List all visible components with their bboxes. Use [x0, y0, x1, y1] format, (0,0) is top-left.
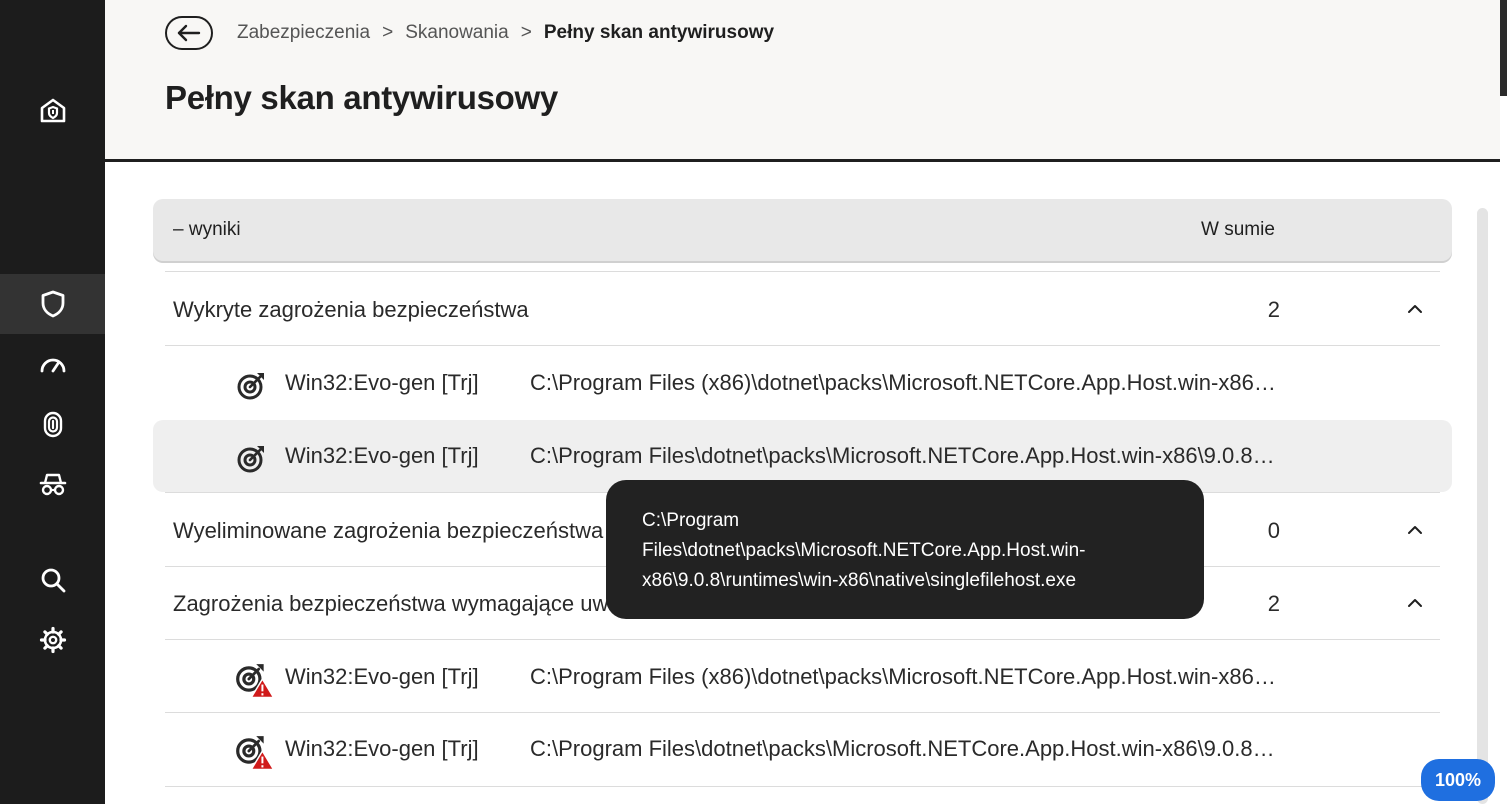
results-table-header: – wyniki W sumie	[153, 199, 1452, 261]
divider	[165, 345, 1440, 346]
sidebar-item-protection[interactable]	[0, 274, 105, 334]
divider	[165, 271, 1440, 272]
group-label: Wyeliminowane zagrożenia bezpieczeństwa	[173, 518, 604, 543]
threat-target-icon	[237, 446, 264, 473]
threat-warning-icon	[236, 736, 275, 771]
breadcrumb: Zabezpieczenia > Skanowania > Pełny skan…	[237, 22, 774, 44]
tooltip-line: C:\Program	[642, 510, 740, 531]
path-tooltip: C:\Program Files\dotnet\packs\Microsoft.…	[606, 480, 1204, 619]
search-icon	[41, 568, 65, 593]
shield-icon	[41, 290, 64, 318]
sidebar-item-settings[interactable]	[0, 610, 105, 670]
scrollbar[interactable]	[1477, 208, 1488, 804]
page-title: Pełny skan antywirusowy	[165, 79, 558, 116]
threat-path[interactable]: C:\Program Files (x86)\dotnet\packs\Micr…	[530, 664, 1280, 690]
breadcrumb-item-security[interactable]: Zabezpieczenia	[237, 22, 370, 44]
threat-name: Win32:Evo-gen [Trj]	[285, 736, 479, 761]
threat-target-icon	[237, 373, 264, 400]
group-count: 0	[1267, 518, 1280, 543]
threat-warning-icon	[236, 664, 275, 699]
breadcrumb-item-scans[interactable]: Skanowania	[405, 22, 509, 44]
gear-icon	[39, 626, 66, 654]
group-label: Zagrożenia bezpieczeństwa wymagające uwa…	[173, 591, 638, 616]
breadcrumb-separator: >	[382, 22, 394, 43]
column-header-total: W sumie	[1201, 219, 1275, 240]
group-row-detected[interactable]: Wykryte zagrożenia bezpieczeństwa 2	[153, 273, 1452, 345]
sidebar-item-search[interactable]	[0, 550, 105, 610]
threat-path[interactable]: C:\Program Files\dotnet\packs\Microsoft.…	[530, 443, 1280, 469]
zoom-badge[interactable]: 100%	[1421, 759, 1495, 801]
incognito-icon	[39, 473, 66, 496]
back-button[interactable]	[165, 16, 213, 50]
threat-name: Win32:Evo-gen [Trj]	[285, 664, 479, 689]
chevron-up-icon[interactable]	[1402, 297, 1428, 321]
window-edge	[1500, 0, 1507, 96]
threat-name: Win32:Evo-gen [Trj]	[285, 370, 479, 395]
tooltip-line: Files\dotnet\packs\Microsoft.NETCore.App…	[642, 540, 1086, 561]
group-count: 2	[1267, 297, 1280, 322]
sidebar-item-performance[interactable]	[0, 334, 105, 394]
fingerprint-icon	[43, 411, 62, 438]
threat-row[interactable]: Win32:Evo-gen [Trj] C:\Program Files (x8…	[153, 641, 1452, 713]
breadcrumb-separator: >	[520, 22, 532, 43]
tooltip-line: x86\9.0.8\runtimes\win-x86\native\single…	[642, 570, 1077, 591]
sidebar-item-anonymity[interactable]	[0, 454, 105, 514]
sidebar-item-privacy[interactable]	[0, 394, 105, 454]
sidebar-item-home[interactable]	[0, 80, 105, 140]
threat-row[interactable]: Win32:Evo-gen [Trj] C:\Program Files (x8…	[153, 347, 1452, 419]
home-shield-icon	[40, 98, 65, 123]
column-header-results: – wyniki	[173, 219, 241, 240]
divider	[165, 639, 1440, 640]
threat-path[interactable]: C:\Program Files\dotnet\packs\Microsoft.…	[530, 736, 1280, 762]
speedometer-icon	[40, 358, 65, 373]
threat-row[interactable]: Win32:Evo-gen [Trj] C:\Program Files\dot…	[153, 713, 1452, 785]
breadcrumb-item-current: Pełny skan antywirusowy	[543, 22, 775, 43]
chevron-up-icon[interactable]	[1402, 591, 1428, 615]
group-label: Wykryte zagrożenia bezpieczeństwa	[173, 297, 529, 322]
chevron-up-icon[interactable]	[1402, 518, 1428, 542]
group-count: 2	[1267, 591, 1280, 616]
sidebar	[0, 0, 105, 804]
threat-path[interactable]: C:\Program Files (x86)\dotnet\packs\Micr…	[530, 370, 1280, 396]
arrow-left-icon	[177, 24, 201, 42]
threat-name: Win32:Evo-gen [Trj]	[285, 443, 479, 468]
divider	[165, 786, 1440, 787]
